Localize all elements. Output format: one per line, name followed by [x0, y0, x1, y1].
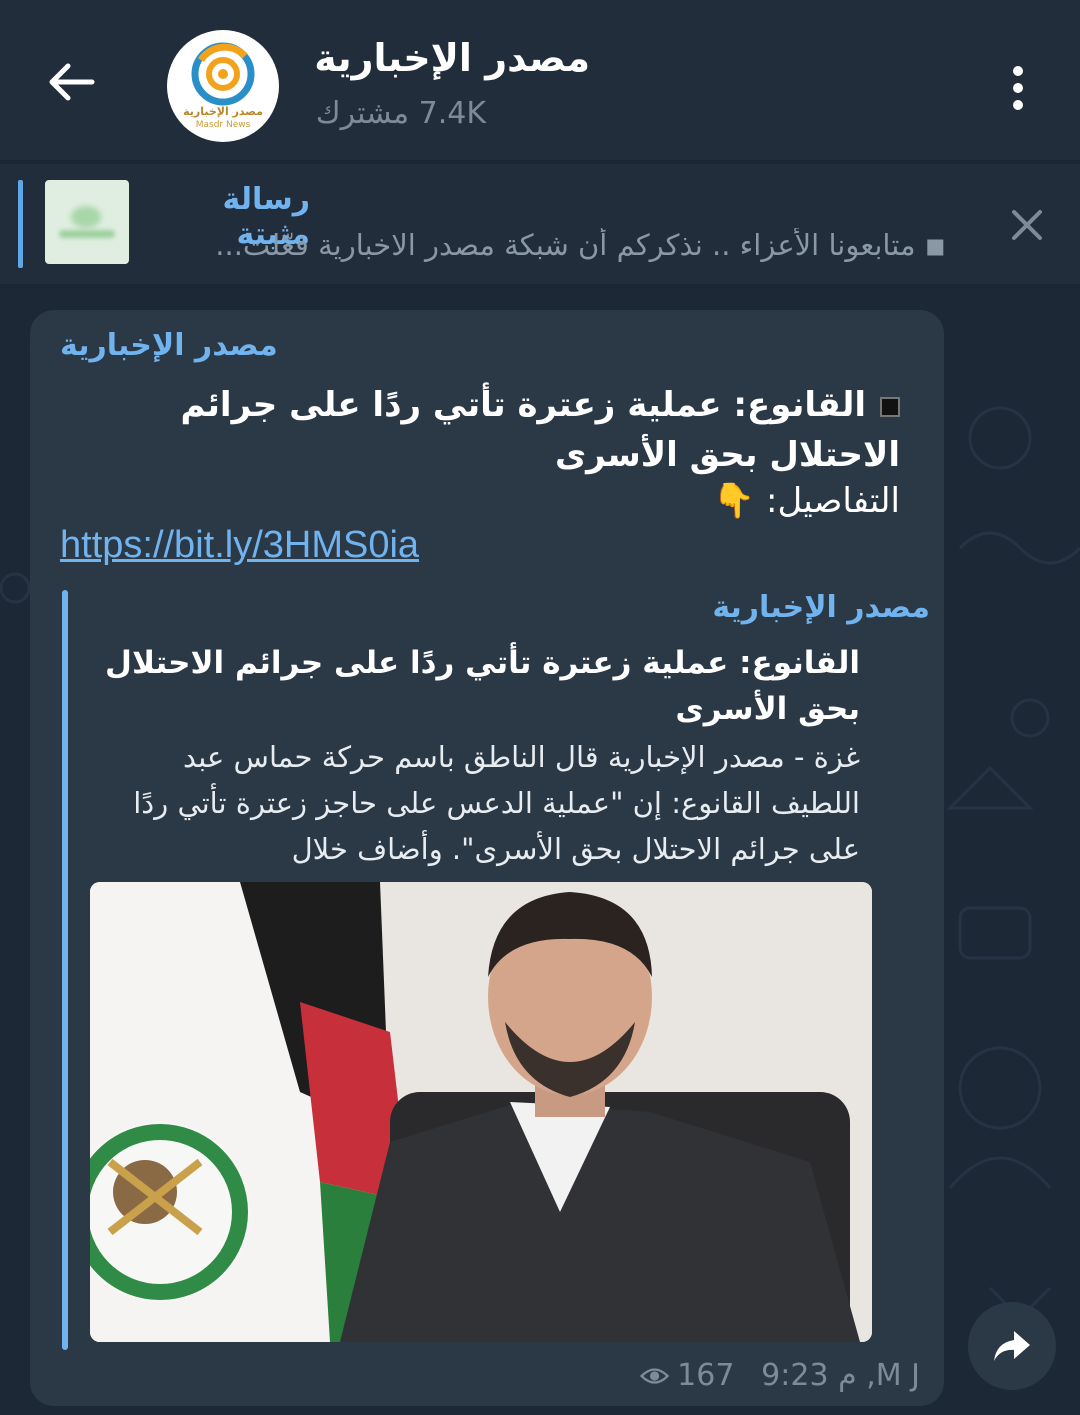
close-icon [1012, 210, 1042, 240]
pinned-message-bar[interactable]: رسالة مثبتة ◾ متابعونا الأعزاء .. نذكركم… [0, 164, 1080, 284]
message-link[interactable]: https://bit.ly/3HMS0ia [60, 524, 419, 567]
back-arrow-icon [49, 63, 95, 101]
eye-icon [640, 1367, 670, 1384]
channel-title[interactable]: مصدر الإخبارية [310, 36, 590, 80]
link-preview-description: غزة - مصدر الإخبارية قال الناطق باسم حرك… [133, 740, 860, 866]
message-details-label: التفاصيل: 👇 [712, 481, 900, 521]
subscriber-count: 7.4K مشترك [315, 96, 486, 131]
more-options-button[interactable] [998, 56, 1038, 120]
link-preview-image[interactable] [90, 882, 872, 1342]
message-headline: القانوع: عملية زعترة تأتي ردًا على جرائم… [180, 385, 900, 475]
share-button[interactable] [968, 1302, 1056, 1390]
link-preview-bar [62, 590, 68, 1350]
message-signature-time: م 9:23 ,M J [761, 1358, 920, 1393]
pinned-text: ◾ متابعونا الأعزاء .. نذكركم أن شبكة مصد… [215, 228, 946, 262]
pinned-indicator [18, 180, 23, 268]
message-bubble[interactable]: مصدر الإخبارية القانوع: عملية زعترة تأتي… [30, 310, 944, 1406]
channel-avatar[interactable]: مصدر الإخبارية Masdr News [167, 30, 279, 142]
share-icon [994, 1331, 1030, 1361]
spokesperson-photo [90, 882, 872, 1342]
message-author[interactable]: مصدر الإخبارية [60, 328, 300, 363]
back-button[interactable] [40, 50, 104, 114]
pinned-thumbnail [45, 180, 129, 264]
link-preview-site: مصدر الإخبارية [712, 590, 930, 625]
avatar-caption-english: Masdr News [195, 120, 251, 130]
black-square-icon [880, 396, 900, 417]
view-count: 167 [677, 1358, 735, 1393]
avatar-caption-arabic: مصدر الإخبارية [183, 105, 263, 118]
message-meta: 167 م 9:23 ,M J [640, 1358, 920, 1393]
close-pinned-button[interactable] [1006, 204, 1048, 246]
link-preview-title: القانوع: عملية زعترة تأتي ردًا على جرائم… [105, 645, 860, 727]
channel-header: مصدر الإخبارية Masdr News مصدر الإخبارية… [0, 0, 1080, 160]
more-vert-icon [1013, 66, 1023, 76]
